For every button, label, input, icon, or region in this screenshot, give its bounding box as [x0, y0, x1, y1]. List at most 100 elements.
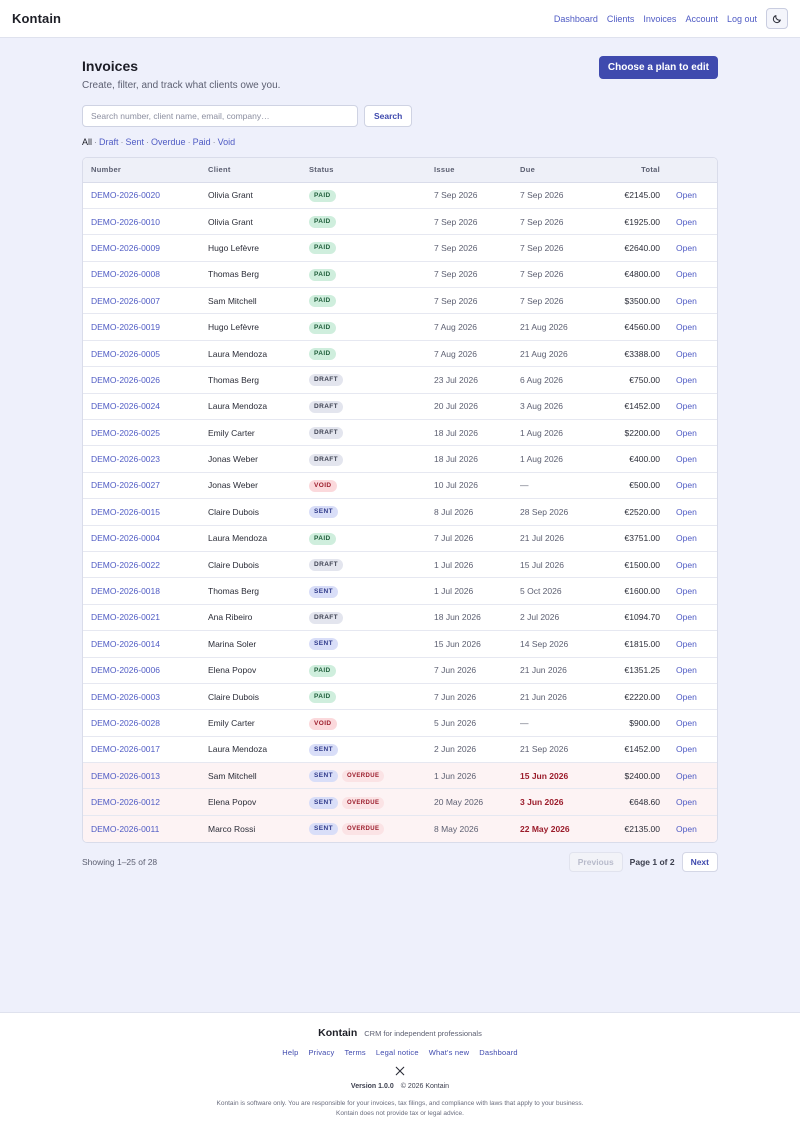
invoice-number-link[interactable]: DEMO-2026-0014 [91, 639, 160, 649]
col-total[interactable]: Total [602, 158, 668, 183]
invoice-number-link[interactable]: DEMO-2026-0021 [91, 612, 160, 622]
footer-link-privacy[interactable]: Privacy [308, 1048, 334, 1057]
search-input[interactable] [82, 105, 358, 127]
open-invoice-link[interactable]: Open [676, 243, 697, 253]
invoice-number-link[interactable]: DEMO-2026-0022 [91, 560, 160, 570]
invoice-number-link[interactable]: DEMO-2026-0011 [91, 824, 159, 834]
open-invoice-link[interactable]: Open [676, 718, 697, 728]
invoice-number-link[interactable]: DEMO-2026-0020 [91, 190, 160, 200]
moon-icon [772, 14, 781, 23]
open-cell: Open [668, 419, 717, 447]
open-invoice-link[interactable]: Open [676, 480, 697, 490]
nav-dashboard[interactable]: Dashboard [554, 14, 598, 24]
open-invoice-link[interactable]: Open [676, 454, 697, 464]
filter-draft[interactable]: Draft [99, 137, 119, 147]
invoice-number-link[interactable]: DEMO-2026-0004 [91, 533, 160, 543]
invoice-number-link[interactable]: DEMO-2026-0013 [91, 771, 160, 781]
invoice-number-link[interactable]: DEMO-2026-0008 [91, 269, 160, 279]
invoice-number-link[interactable]: DEMO-2026-0024 [91, 401, 160, 411]
page-subtitle: Create, filter, and track what clients o… [82, 80, 281, 91]
footer-link-legal-notice[interactable]: Legal notice [376, 1048, 419, 1057]
open-invoice-link[interactable]: Open [676, 349, 697, 359]
x-logo-icon[interactable] [395, 1066, 405, 1076]
pager-controls: Previous Page 1 of 2 Next [568, 851, 718, 872]
invoice-number-link[interactable]: DEMO-2026-0019 [91, 322, 160, 332]
invoice-number-link[interactable]: DEMO-2026-0023 [91, 454, 160, 464]
client-cell: Laura Mendoza [200, 736, 301, 764]
open-cell: Open [668, 208, 717, 236]
open-invoice-link[interactable]: Open [676, 612, 697, 622]
filter-paid[interactable]: Paid [193, 137, 211, 147]
open-invoice-link[interactable]: Open [676, 375, 697, 385]
open-invoice-link[interactable]: Open [676, 322, 697, 332]
invoice-number-link[interactable]: DEMO-2026-0015 [91, 507, 160, 517]
invoice-number-link[interactable]: DEMO-2026-0005 [91, 349, 160, 359]
filter-void[interactable]: Void [218, 137, 236, 147]
col-issue[interactable]: Issue [426, 158, 512, 183]
invoice-number-cell: DEMO-2026-0019 [83, 313, 200, 341]
open-invoice-link[interactable]: Open [676, 586, 697, 596]
previous-page-button[interactable]: Previous [568, 851, 623, 872]
invoice-number-link[interactable]: DEMO-2026-0003 [91, 692, 160, 702]
table-row: DEMO-2026-0023 Jonas Weber DRAFT 18 Jul 202… [83, 445, 717, 473]
invoice-number-link[interactable]: DEMO-2026-0010 [91, 217, 160, 227]
search-button[interactable]: Search [364, 105, 413, 127]
open-invoice-link[interactable]: Open [676, 296, 697, 306]
open-invoice-link[interactable]: Open [676, 507, 697, 517]
footer-brand[interactable]: Kontain [318, 1027, 357, 1039]
issue-date-cell: 23 Jul 2026 [426, 366, 512, 394]
invoice-number-link[interactable]: DEMO-2026-0026 [91, 375, 160, 385]
brand-logo[interactable]: Kontain [12, 11, 61, 26]
open-invoice-link[interactable]: Open [676, 797, 697, 807]
filter-sent[interactable]: Sent [126, 137, 145, 147]
open-invoice-link[interactable]: Open [676, 217, 697, 227]
nav-logout[interactable]: Log out [727, 14, 757, 24]
theme-toggle-button[interactable] [766, 8, 788, 29]
footer-link-terms[interactable]: Terms [344, 1048, 365, 1057]
open-invoice-link[interactable]: Open [676, 190, 697, 200]
nav-clients[interactable]: Clients [607, 14, 635, 24]
open-invoice-link[interactable]: Open [676, 665, 697, 675]
table-row: DEMO-2026-0017 Laura Mendoza SENT 2 Jun 202… [83, 736, 717, 764]
open-invoice-link[interactable]: Open [676, 269, 697, 279]
footer-brand-row: Kontain CRM for independent professional… [0, 1027, 800, 1039]
nav-account[interactable]: Account [685, 14, 718, 24]
invoice-number-link[interactable]: DEMO-2026-0006 [91, 665, 160, 675]
invoice-number-link[interactable]: DEMO-2026-0009 [91, 243, 160, 253]
col-due[interactable]: Due [512, 158, 602, 183]
footer-link-whats-new[interactable]: What's new [429, 1048, 470, 1057]
footer-link-dashboard[interactable]: Dashboard [479, 1048, 518, 1057]
open-invoice-link[interactable]: Open [676, 824, 697, 834]
open-invoice-link[interactable]: Open [676, 533, 697, 543]
footer-link-help[interactable]: Help [282, 1048, 298, 1057]
invoice-number-link[interactable]: DEMO-2026-0025 [91, 428, 160, 438]
col-client[interactable]: Client [200, 158, 301, 183]
col-status[interactable]: Status [301, 158, 426, 183]
invoice-number-link[interactable]: DEMO-2026-0027 [91, 480, 160, 490]
issue-date-cell: 7 Sep 2026 [426, 208, 512, 236]
filter-all[interactable]: All [82, 137, 92, 147]
client-cell: Hugo Lefèvre [200, 234, 301, 262]
invoice-number-cell: DEMO-2026-0008 [83, 261, 200, 289]
choose-plan-button[interactable]: Choose a plan to edit [598, 56, 718, 79]
invoices-table: Number Client Status Issue Due Total DEM… [82, 157, 718, 843]
open-invoice-link[interactable]: Open [676, 744, 697, 754]
open-invoice-link[interactable]: Open [676, 428, 697, 438]
total-cell: €1600.00 [602, 577, 668, 605]
open-invoice-link[interactable]: Open [676, 771, 697, 781]
invoice-number-link[interactable]: DEMO-2026-0007 [91, 296, 160, 306]
open-invoice-link[interactable]: Open [676, 560, 697, 570]
open-invoice-link[interactable]: Open [676, 639, 697, 649]
status-cell: PAID [301, 261, 426, 289]
invoice-number-link[interactable]: DEMO-2026-0017 [91, 744, 160, 754]
invoice-number-link[interactable]: DEMO-2026-0018 [91, 586, 160, 596]
next-page-button[interactable]: Next [681, 851, 718, 872]
nav-invoices[interactable]: Invoices [643, 14, 676, 24]
filter-overdue[interactable]: Overdue [151, 137, 186, 147]
invoice-number-link[interactable]: DEMO-2026-0028 [91, 718, 160, 728]
invoice-number-link[interactable]: DEMO-2026-0012 [91, 797, 160, 807]
open-invoice-link[interactable]: Open [676, 692, 697, 702]
total-cell: €1452.00 [602, 736, 668, 764]
col-number[interactable]: Number [83, 158, 200, 183]
open-invoice-link[interactable]: Open [676, 401, 697, 411]
